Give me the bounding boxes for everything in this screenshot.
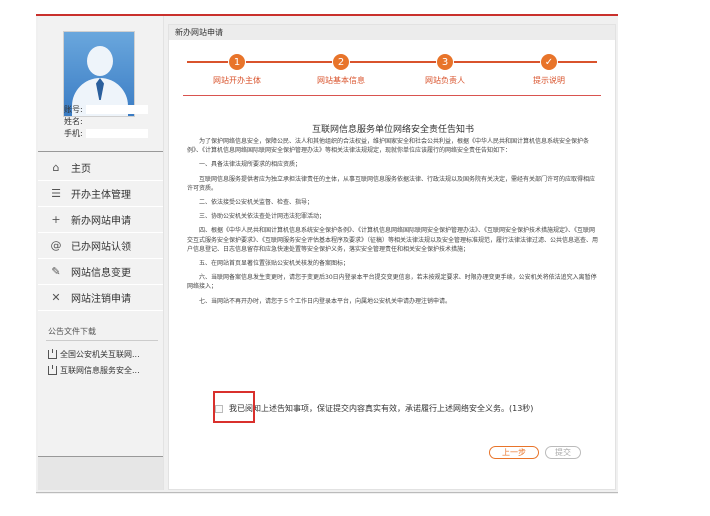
sidebar-item-cancel-website[interactable]: ✕ 网站注销申请 bbox=[38, 285, 163, 311]
notice-file-label: 互联网信息服务安全... bbox=[60, 366, 140, 375]
document-paragraph: 三、协助公安机关依法查处计网违法犯罪活动； bbox=[199, 213, 326, 221]
document-paragraph: 五、在网站首页显著位置张贴公安机关核发的备案图标； bbox=[199, 260, 350, 268]
section-divider bbox=[183, 95, 601, 96]
document-paragraph: 互联网信息服务提供者应为独立承担法律责任的主体，从事互联网信息服务依据法律、行政… bbox=[187, 175, 596, 192]
agreement-text: 我已阅知上述告知事项，保证提交内容真实有效，承诺履行上述网络安全义务。(13秒) bbox=[229, 404, 534, 413]
avatar-head bbox=[87, 46, 113, 76]
document-paragraph: 四、根据《中华人民共和国计算机信息系统安全保护条例》、《计算机信息网络国际联网安… bbox=[187, 227, 599, 253]
document-paragraph: 为了保护网络信息安全，保障公民、法人和其他组织的合法权益，维护国家安全和社会公共… bbox=[187, 138, 590, 155]
document-body: 为了保护网络信息安全，保障公民、法人和其他组织的合法权益，维护国家安全和社会公共… bbox=[187, 137, 599, 311]
sidebar-item-claim-website[interactable]: @ 已办网站认领 bbox=[38, 233, 163, 259]
previous-step-button[interactable]: 上一步 bbox=[489, 446, 539, 459]
notice-file-label: 全国公安机关互联网... bbox=[60, 350, 140, 359]
sidebar-item-entity-management[interactable]: ☰ 开办主体管理 bbox=[38, 181, 163, 207]
download-icon bbox=[48, 349, 57, 359]
document-paragraph: 二、依法接受公安机关监督、检查、指导； bbox=[199, 199, 314, 207]
document-paragraph: 六、当联网备案信息发生变更时，请您于变更后30日内登录本平台提交变更信息，若未按… bbox=[187, 274, 597, 291]
phone-value-mask bbox=[85, 129, 148, 138]
account-value-mask bbox=[85, 105, 148, 114]
sidebar-item-label: 网站信息变更 bbox=[71, 268, 131, 279]
step-label: 网站基本信息 bbox=[317, 76, 365, 85]
download-icon bbox=[48, 365, 57, 375]
sidebar-item-label: 新办网站申请 bbox=[71, 216, 131, 227]
notice-title: 公告文件下载 bbox=[48, 327, 96, 336]
sidebar-divider bbox=[38, 151, 163, 152]
step-label: 提示说明 bbox=[533, 76, 565, 85]
main-panel: 新办网站申请 1 网站开办主体 2 网站基本信息 3 网站负责人 ✓ 提示说明 … bbox=[168, 24, 616, 490]
sidebar-footer bbox=[38, 456, 163, 490]
sidebar-menu: ⌂ 主页 ☰ 开办主体管理 + 新办网站申请 @ 已办网站认领 ✎ 网站信息变更… bbox=[38, 155, 163, 311]
name-row: 姓名: bbox=[64, 116, 83, 127]
step-number: 3 bbox=[436, 53, 454, 71]
highlight-box bbox=[213, 391, 255, 423]
document-paragraph: 一、具备法律法规所要求的相应资质； bbox=[199, 161, 302, 169]
sidebar-item-home[interactable]: ⌂ 主页 bbox=[38, 155, 163, 181]
step-label: 网站负责人 bbox=[425, 76, 465, 85]
home-icon: ⌂ bbox=[52, 161, 60, 174]
step-number: 2 bbox=[332, 53, 350, 71]
name-label: 姓名: bbox=[64, 117, 83, 126]
step-label: 网站开办主体 bbox=[213, 76, 261, 85]
document-paragraph: 七、当网站不再开办时，请您于５个工作日内登录本平台，向属地公安机关申请办理注销申… bbox=[199, 297, 452, 305]
notice-file-link[interactable]: 全国公安机关互联网... bbox=[48, 349, 160, 360]
sidebar-item-new-website[interactable]: + 新办网站申请 bbox=[38, 207, 163, 233]
page-title: 新办网站申请 bbox=[169, 25, 615, 40]
at-icon: @ bbox=[50, 239, 62, 252]
account-row: 账号: bbox=[64, 104, 148, 115]
sidebar-item-label: 主页 bbox=[71, 164, 91, 175]
step-responsible-person: 3 网站负责人 bbox=[405, 51, 485, 86]
phone-row: 手机: bbox=[64, 128, 148, 139]
sidebar: 账号: 姓名: 手机: ⌂ 主页 ☰ 开办主体管理 + 新办网站申请 @ 已办网… bbox=[38, 16, 164, 490]
sidebar-item-label: 网站注销申请 bbox=[71, 294, 131, 305]
notice-file-link[interactable]: 互联网信息服务安全... bbox=[48, 365, 160, 376]
progress-steps: 1 网站开办主体 2 网站基本信息 3 网站负责人 ✓ 提示说明 bbox=[183, 51, 601, 91]
plus-icon: + bbox=[51, 213, 61, 226]
notice-divider bbox=[46, 340, 158, 341]
submit-button[interactable]: 提交 bbox=[545, 446, 581, 459]
bottom-line bbox=[36, 492, 618, 493]
sidebar-item-change-info[interactable]: ✎ 网站信息变更 bbox=[38, 259, 163, 285]
step-entity: 1 网站开办主体 bbox=[197, 51, 277, 86]
sidebar-item-label: 开办主体管理 bbox=[71, 190, 131, 201]
step-instructions: ✓ 提示说明 bbox=[509, 51, 589, 86]
sidebar-item-label: 已办网站认领 bbox=[71, 242, 131, 253]
account-label: 账号: bbox=[64, 105, 83, 114]
list-icon: ☰ bbox=[51, 187, 61, 200]
document-title: 互联网信息服务单位网络安全责任告知书 bbox=[311, 125, 474, 135]
check-icon: ✓ bbox=[540, 53, 558, 71]
step-number: 1 bbox=[228, 53, 246, 71]
phone-label: 手机: bbox=[64, 129, 83, 138]
agreement-row: 我已阅知上述告知事项，保证提交内容真实有效，承诺履行上述网络安全义务。(13秒) bbox=[215, 403, 533, 414]
close-icon: ✕ bbox=[51, 291, 61, 304]
step-basic-info: 2 网站基本信息 bbox=[301, 51, 381, 86]
edit-icon: ✎ bbox=[51, 265, 61, 278]
